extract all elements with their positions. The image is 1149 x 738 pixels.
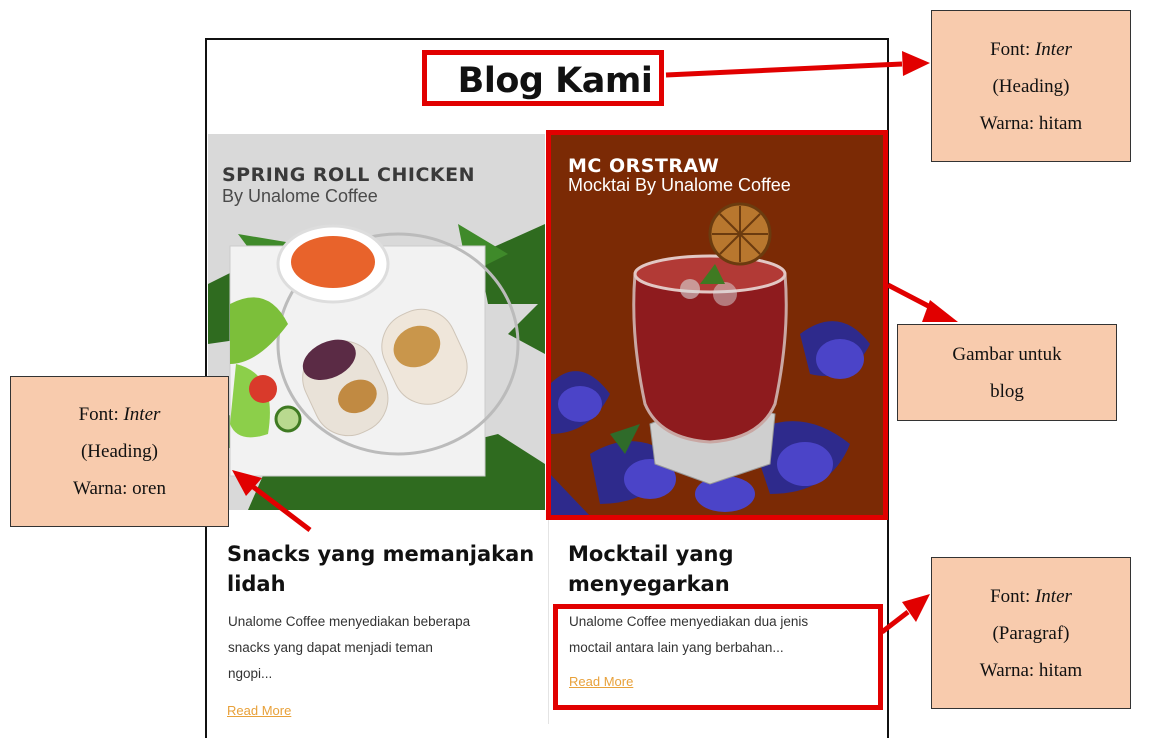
- column-divider: [548, 520, 549, 724]
- card-title-line: menyegarkan: [568, 572, 730, 596]
- callout-role: (Paragraf): [992, 622, 1070, 644]
- arrowhead-icon: [902, 51, 930, 76]
- heading-font-callout: Font: Inter (Heading) Warna: hitam: [931, 10, 1131, 162]
- card-heading-font-callout: Font: Inter (Heading) Warna: oren: [10, 376, 229, 527]
- card-title-snacks[interactable]: Snacks yang memanjakan lidah: [227, 539, 534, 599]
- spring-roll-image-heading: SPRING ROLL CHICKEN: [222, 164, 475, 186]
- paragraph-font-callout: Font: Inter (Paragraf) Warna: hitam: [931, 557, 1131, 709]
- callout-color: Warna: hitam: [979, 659, 1083, 681]
- callout-line: blog: [990, 380, 1024, 402]
- arrowhead-icon: [902, 594, 930, 622]
- image-highlight-box: [546, 130, 888, 520]
- card-title-line: lidah: [227, 572, 286, 596]
- callout-font-line: Font: Inter: [11, 396, 228, 433]
- callout-font-label: Font:: [990, 38, 1031, 60]
- callout-role: (Heading): [992, 75, 1070, 97]
- callout-font-line: Font: Inter: [932, 31, 1130, 68]
- card-text-line: snacks yang dapat menjadi teman: [228, 640, 433, 655]
- spring-roll-image[interactable]: SPRING ROLL CHICKEN By Unalome Coffee: [208, 134, 545, 510]
- callout-font-name: Inter: [1034, 585, 1072, 607]
- spring-roll-illustration: SPRING ROLL CHICKEN By Unalome Coffee: [208, 164, 545, 510]
- callout-font-line: Font: Inter: [932, 578, 1130, 615]
- spring-roll-image-subheading: By Unalome Coffee: [222, 186, 378, 206]
- callout-font-name: Inter: [1034, 38, 1072, 60]
- callout-font-label: Font:: [990, 585, 1031, 607]
- callout-color: Warna: hitam: [979, 112, 1083, 134]
- card-title-mocktail[interactable]: Mocktail yang menyegarkan: [568, 539, 734, 599]
- callout-font-name: Inter: [123, 404, 161, 425]
- callout-color: Warna: oren: [73, 478, 166, 499]
- callout-role: (Heading): [80, 441, 159, 462]
- card-text-snacks: Unalome Coffee menyediakan beberapa snac…: [228, 609, 470, 687]
- card-title-line: Mocktail yang: [568, 542, 734, 566]
- card-text-line: Unalome Coffee menyediakan beberapa: [228, 614, 471, 629]
- arrow-to-image-callout: [886, 282, 938, 313]
- card-title-line: Snacks yang memanjakan: [227, 542, 535, 566]
- image-callout: Gambar untuk blog: [897, 324, 1117, 421]
- title-highlight-box: [422, 50, 664, 106]
- callout-line: Gambar untuk: [952, 343, 1062, 365]
- paragraph-highlight-box: [553, 604, 883, 710]
- callout-font-label: Font:: [78, 404, 119, 425]
- card-text-line: ngopi...: [228, 666, 273, 681]
- read-more-link-snacks[interactable]: Read More: [227, 703, 291, 718]
- arrowhead-icon: [922, 300, 958, 322]
